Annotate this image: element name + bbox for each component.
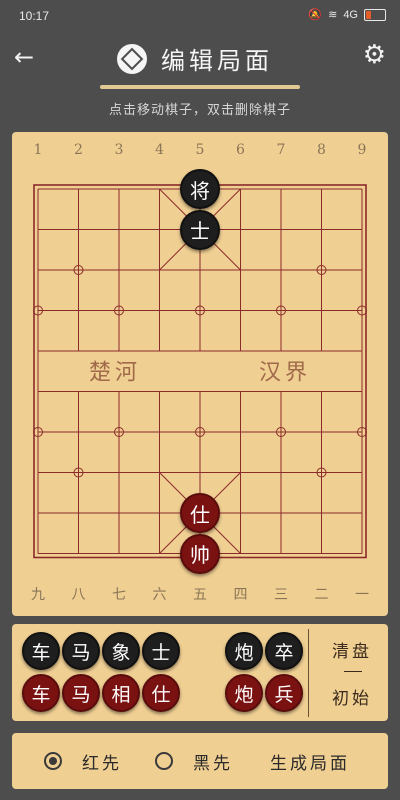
column-number-bottom: 二 <box>315 587 329 603</box>
battery-icon <box>364 8 386 21</box>
column-number-bottom: 七 <box>112 587 126 603</box>
tray-divider <box>308 629 309 717</box>
chess-board[interactable]: 1 2 3 4 5 6 7 8 9 九 八 七 六 五 四 三 二 一 楚河 汉界 将士仕帅 <box>12 132 388 616</box>
board-piece-red[interactable]: 仕 <box>180 493 220 533</box>
column-number-top: 3 <box>115 142 124 158</box>
column-number-bottom: 八 <box>72 587 86 603</box>
column-number-bottom: 五 <box>193 587 207 603</box>
tray-piece-black[interactable]: 马 <box>62 632 100 670</box>
mute-icon: 🔕 <box>308 9 323 21</box>
column-number-bottom: 一 <box>355 587 369 603</box>
action-divider <box>344 671 362 672</box>
column-number-top: 6 <box>236 142 245 158</box>
page-title-text: 编辑局面 <box>161 47 273 75</box>
header: ← 编辑局面 ⚙ <box>0 33 400 89</box>
board-piece-red[interactable]: 帅 <box>180 533 220 574</box>
column-number-bottom: 三 <box>274 587 288 603</box>
red-first-label[interactable]: 红先 <box>82 749 122 774</box>
status-bar: 10:17 🔕 ≋ 4G <box>0 0 400 33</box>
tray-piece-red[interactable]: 仕 <box>142 674 180 712</box>
column-number-top: 4 <box>155 142 164 158</box>
column-number-top: 9 <box>358 142 367 158</box>
tray-piece-black[interactable]: 士 <box>142 632 180 670</box>
tray-piece-black[interactable]: 炮 <box>225 632 263 670</box>
tray-piece-red[interactable]: 炮 <box>225 674 263 712</box>
river-text-right: 汉界 <box>259 360 311 385</box>
column-number-bottom: 九 <box>31 587 45 603</box>
wifi-icon: ≋ <box>328 9 338 21</box>
tray-piece-red[interactable]: 车 <box>22 674 60 712</box>
tray-piece-black[interactable]: 象 <box>102 632 140 670</box>
signal-label: 4G <box>343 8 358 21</box>
tray-piece-red[interactable]: 马 <box>62 674 100 712</box>
options-bar: 红先 黑先 生成局面 <box>12 733 388 789</box>
gear-icon[interactable]: ⚙ <box>363 40 386 70</box>
column-number-top: 5 <box>196 142 205 158</box>
black-first-label[interactable]: 黑先 <box>193 749 233 774</box>
column-number-top: 7 <box>277 142 286 158</box>
tray-piece-red[interactable]: 兵 <box>265 674 303 712</box>
column-number-bottom: 六 <box>153 587 167 603</box>
tray-piece-black[interactable]: 卒 <box>265 632 303 670</box>
initial-position-button[interactable]: 初始 <box>322 684 382 709</box>
hint-text: 点击移动棋子，双击删除棋子 <box>108 103 291 118</box>
status-time: 10:17 <box>19 9 50 23</box>
piece-tray: 车马象士炮卒 车马相仕炮兵 清盘 初始 <box>12 624 388 721</box>
generate-position-button[interactable]: 生成局面 <box>270 749 350 774</box>
clear-board-button[interactable]: 清盘 <box>322 637 382 662</box>
column-number-top: 1 <box>34 142 43 158</box>
black-first-radio[interactable] <box>155 752 173 770</box>
tray-piece-black[interactable]: 车 <box>22 632 60 670</box>
board-piece-black[interactable]: 士 <box>180 209 220 250</box>
column-number-top: 2 <box>74 142 83 158</box>
status-icons: 🔕 ≋ 4G <box>308 8 386 21</box>
column-number-top: 8 <box>317 142 326 158</box>
column-number-bottom: 四 <box>234 587 248 603</box>
tray-piece-red[interactable]: 相 <box>102 674 140 712</box>
river-text-left: 楚河 <box>89 360 141 385</box>
board-piece-black[interactable]: 将 <box>180 169 220 209</box>
page-title: 编辑局面 <box>117 41 273 76</box>
back-arrow-icon[interactable]: ← <box>14 43 34 71</box>
title-underline <box>100 85 300 89</box>
app-logo-icon <box>117 43 147 74</box>
red-first-radio[interactable] <box>44 752 62 770</box>
